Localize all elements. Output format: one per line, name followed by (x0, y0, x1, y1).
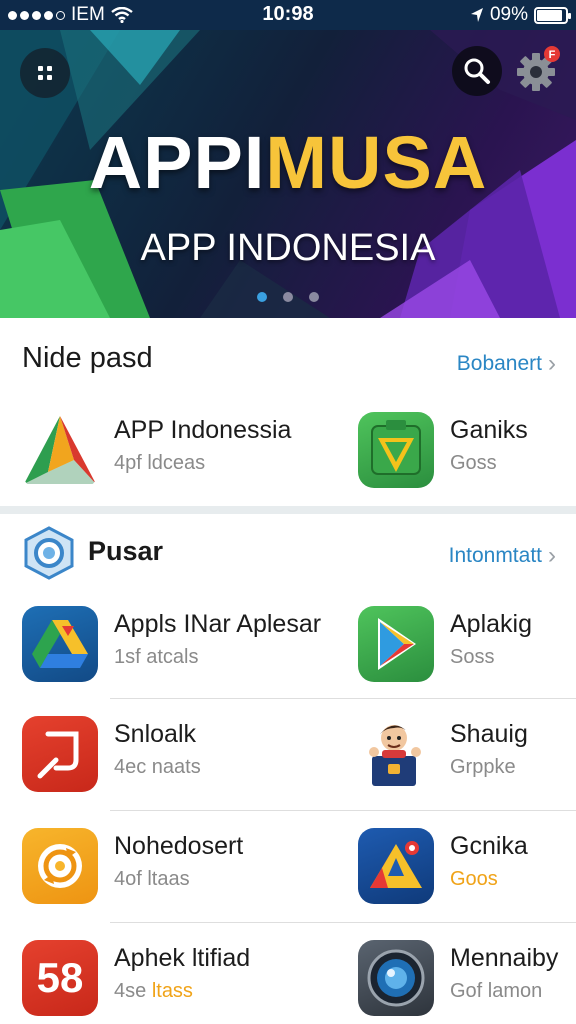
app-meta: Grppke (450, 756, 516, 778)
app-meta-highlight: ltass (151, 980, 193, 1002)
app-tile[interactable]: 58 Aphek ltifiad 4se ltass (22, 940, 302, 1020)
search-icon (464, 58, 490, 84)
red-bracket-icon (22, 716, 98, 792)
battery-percent: 09% (489, 4, 528, 25)
app-name: Appls INar Aplesar (114, 610, 322, 638)
section1-header: Nide pasd Bobanert › (0, 336, 576, 396)
carousel-pager[interactable] (0, 292, 576, 302)
battery-icon (534, 6, 571, 24)
app-name: Mennaiby (450, 944, 559, 972)
hero-subtitle: APP INDONESIA (140, 227, 436, 269)
app-name: Ganiks (450, 416, 528, 444)
app-meta: 4pf ldceas (114, 452, 206, 474)
app-meta: 4se ltass (114, 980, 193, 1003)
triangle-logo-icon (22, 412, 98, 488)
orange-refresh-icon (22, 828, 98, 904)
app-tile[interactable]: Appls INar Aplesar 1sf atcals (22, 606, 321, 686)
pager-dot-3[interactable] (309, 292, 319, 302)
app-name: Shauig (450, 720, 528, 748)
app-meta: Gof lamon (450, 980, 543, 1002)
hero-banner[interactable]: F APPIMUSA APP INDONESIA (0, 30, 576, 318)
row-separator (110, 922, 576, 923)
app-meta: Soss (450, 646, 495, 668)
app-tile[interactable]: Aplakig Soss (358, 606, 576, 686)
section2-more-link[interactable]: Intonmtatt › (449, 542, 556, 570)
section2-more-label: Intonmtatt (448, 544, 542, 567)
row-separator (110, 698, 576, 699)
chevron-right-icon: › (548, 542, 556, 569)
app-meta: 4ec naats (114, 756, 201, 778)
icon-number: 58 (36, 954, 84, 1001)
section2-title: Pusar (88, 536, 164, 566)
triangle-badge-icon (358, 828, 434, 904)
app-tile[interactable]: Snloalk 4ec naats (22, 716, 302, 796)
blue-badge-icon (24, 526, 74, 580)
chevron-right-icon: › (548, 350, 556, 377)
menu-grid-button[interactable] (20, 48, 70, 98)
location-arrow-icon (470, 8, 483, 22)
app-name: Aphek ltifiad (114, 944, 251, 972)
app-tile[interactable]: Shauig Grppke (358, 716, 576, 796)
app-name: Aplakig (450, 610, 532, 638)
app-meta: 4of ltaas (114, 868, 190, 890)
status-bar: IEM 10:98 09% (0, 0, 576, 30)
section1-more-label: Bobanert (456, 352, 542, 375)
camera-lens-icon (358, 940, 434, 1016)
app-meta-prefix: 4se (114, 980, 152, 1002)
pager-dot-1[interactable] (257, 292, 267, 302)
drive-icon (22, 606, 98, 682)
app-name: APP Indonessia (114, 416, 292, 444)
app-tile[interactable]: Ganiks Goss (358, 412, 576, 492)
grid-icon (38, 66, 52, 80)
app-tile[interactable]: Mennaiby Gof lamon (358, 940, 576, 1020)
app-tile[interactable]: Gcnika Goos (358, 828, 576, 908)
hero-brand-title: APPIMUSA (0, 120, 576, 205)
app-name: Snloalk (114, 720, 196, 748)
status-right: 09% (470, 4, 571, 26)
section2-header: Pusar Intonmtatt › (0, 524, 576, 584)
section1-title: Nide pasd (22, 342, 153, 374)
app-name: Gcnika (450, 832, 528, 860)
svg-text:F: F (549, 49, 556, 61)
number-58-icon: 58 (22, 940, 98, 1016)
green-check-icon (358, 412, 434, 488)
pager-dot-2[interactable] (283, 292, 293, 302)
app-tile[interactable]: APP Indonessia 4pf ldceas (22, 412, 302, 492)
app-name: Nohedosert (114, 832, 244, 860)
section1-more-link[interactable]: Bobanert › (457, 350, 556, 378)
gear-icon: F (517, 46, 560, 91)
play-store-icon (358, 606, 434, 682)
battery-fill (537, 9, 562, 21)
section-divider (0, 506, 576, 514)
app-meta: Goos (450, 868, 498, 890)
search-button[interactable] (452, 46, 502, 96)
brand-yellow-part: MUSA (265, 121, 488, 204)
brand-white-part: APPI (88, 121, 266, 204)
app-tile[interactable]: Nohedosert 4of ltaas (22, 828, 302, 908)
row-separator (110, 810, 576, 811)
app-meta: Goss (450, 452, 497, 474)
cartoon-character-icon (358, 716, 434, 792)
app-meta: 1sf atcals (114, 646, 199, 668)
settings-button[interactable]: F (512, 44, 562, 94)
